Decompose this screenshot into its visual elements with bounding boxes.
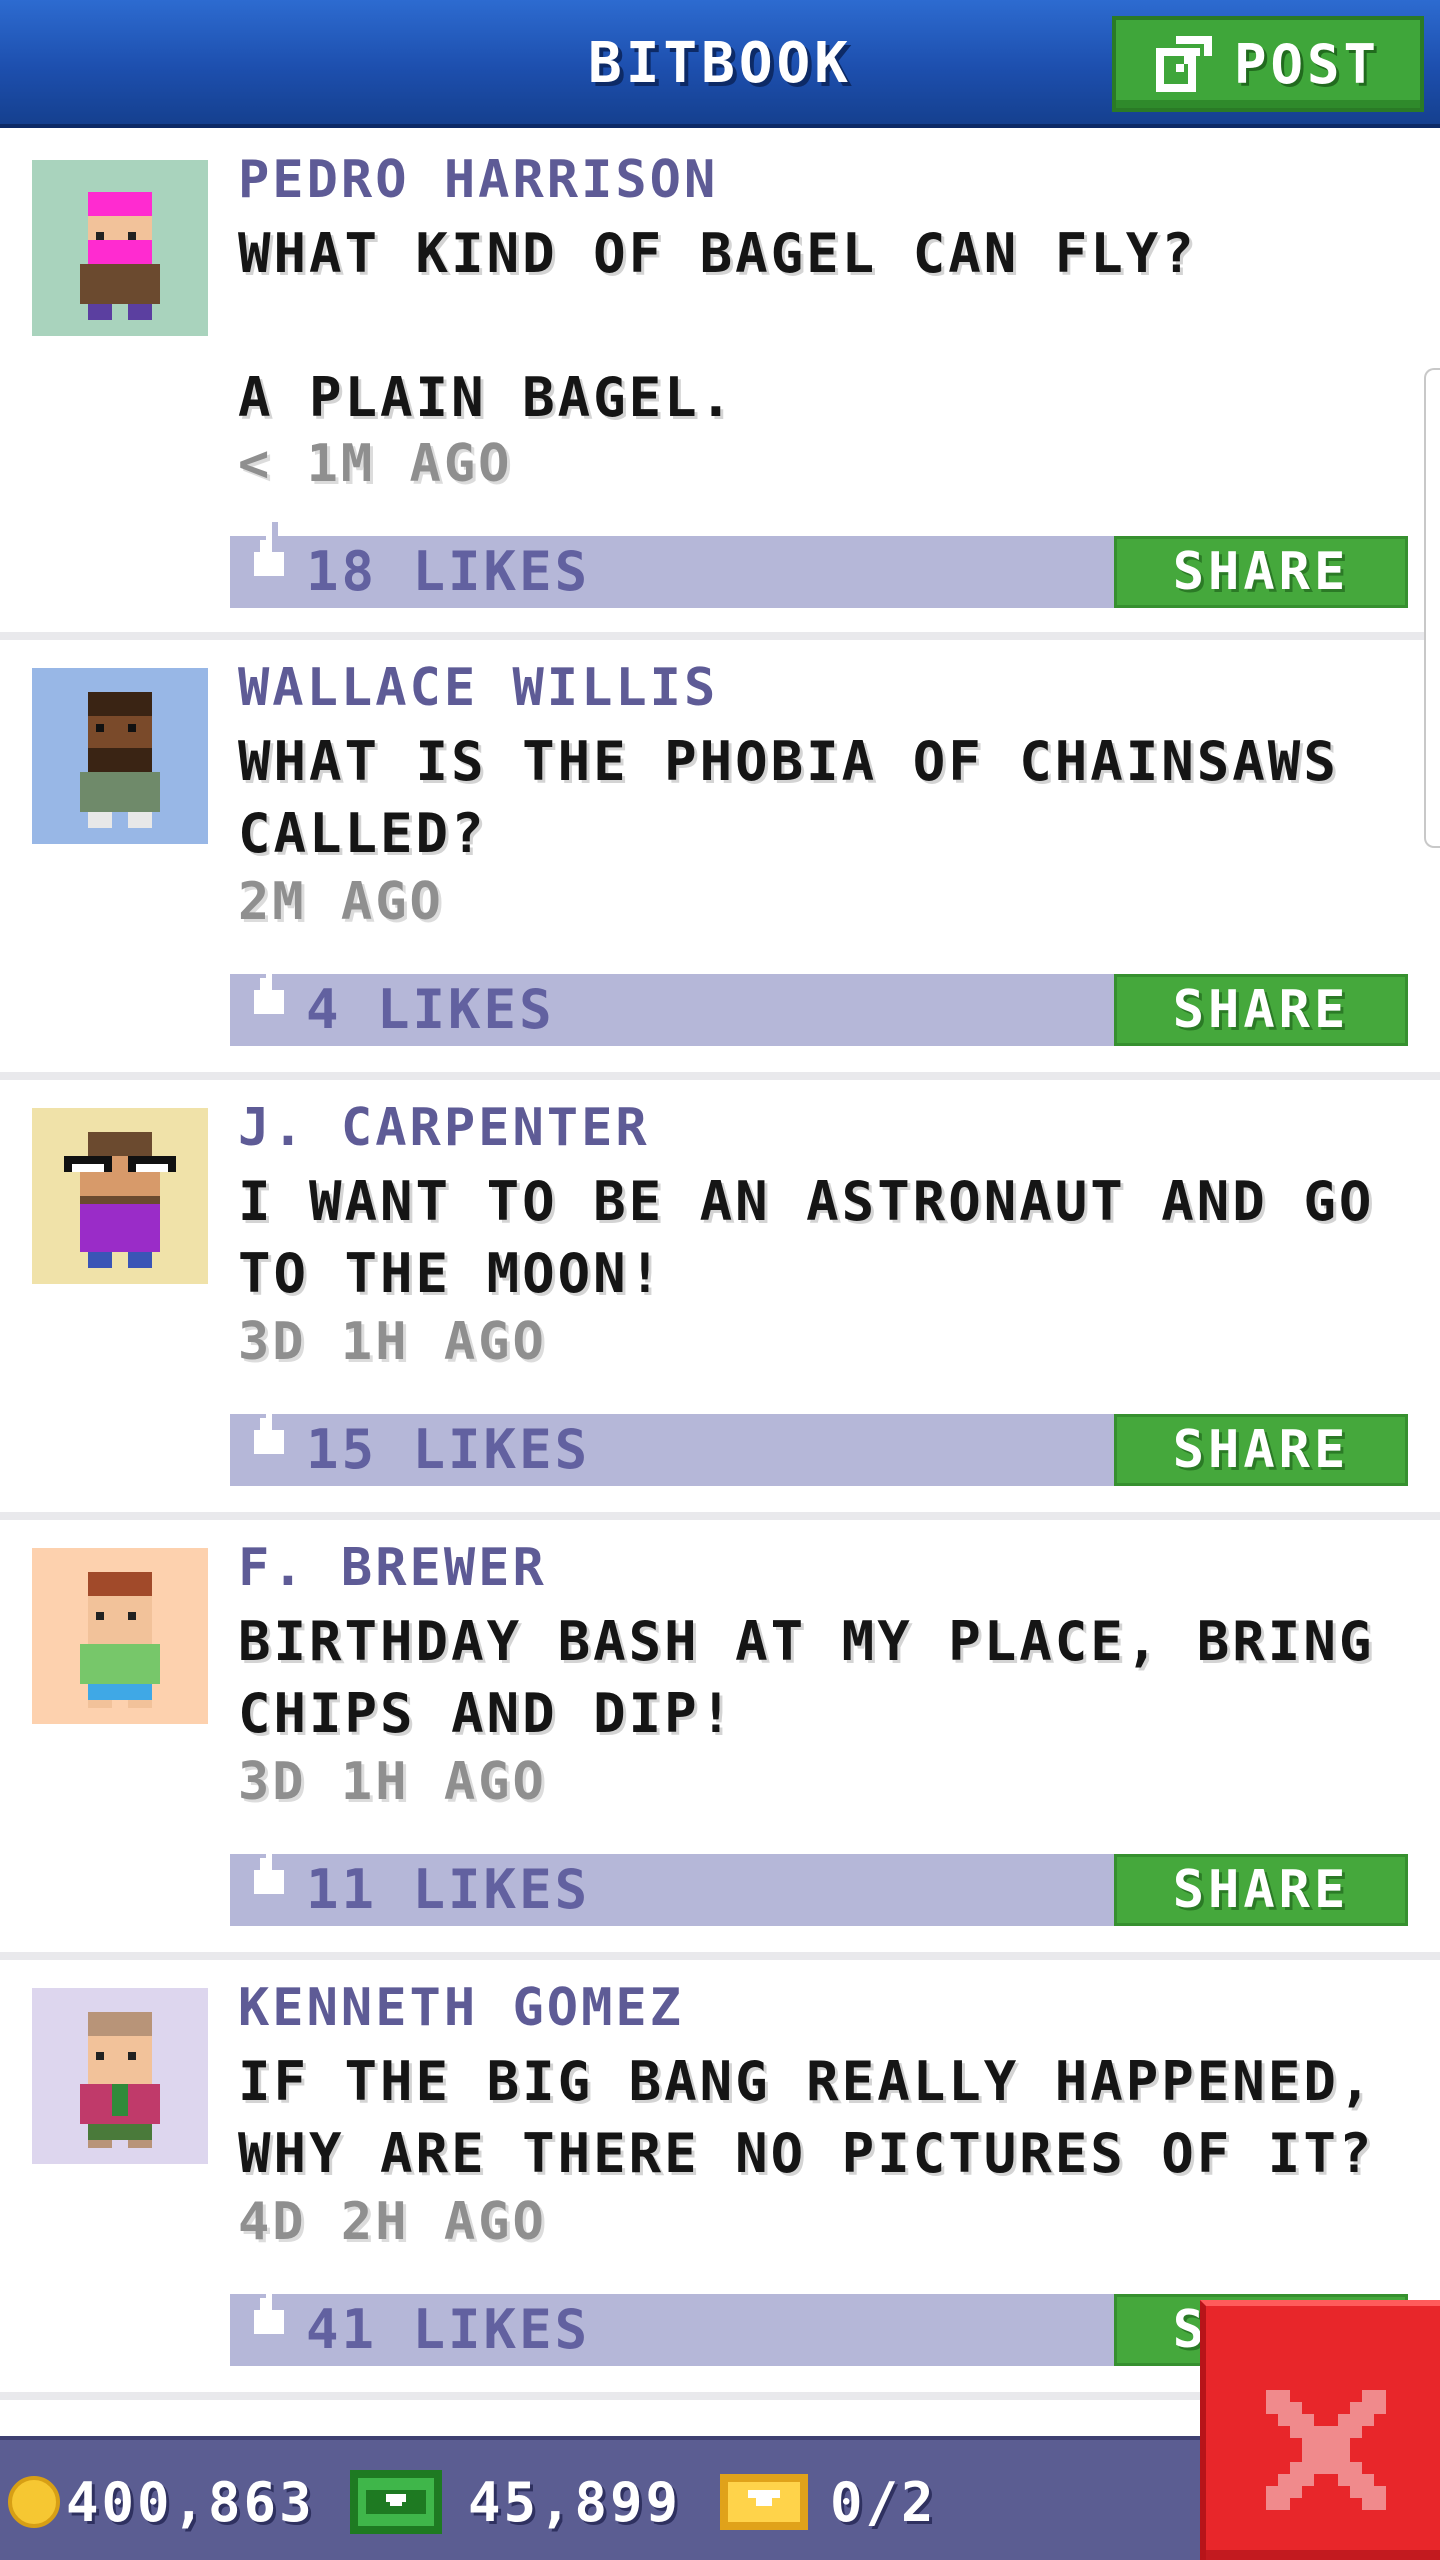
share-button[interactable]: SHARE (1114, 1854, 1408, 1926)
thumbs-up-icon (254, 522, 284, 576)
likes-count: 11 LIKES (306, 1858, 591, 1921)
bux-icon (350, 2470, 442, 2534)
post-feed: PEDRO HARRISON WHAT KIND OF BAGEL CAN FL… (0, 132, 1440, 2400)
thumbs-up-icon (254, 960, 284, 1014)
post-time: 4D 2H AGO (238, 2192, 547, 2252)
post-time: < 1M AGO (238, 434, 513, 494)
post-author[interactable]: J. CARPENTER (238, 1098, 650, 1158)
bux-stat: 45,899 (350, 2440, 681, 2560)
coins-stat: 400,863 (8, 2440, 315, 2560)
post-author[interactable]: KENNETH GOMEZ (238, 1978, 684, 2038)
bearded-person-icon[interactable] (32, 668, 208, 844)
share-button[interactable]: SHARE (1114, 536, 1408, 608)
top-bar: BITBOOK POST (0, 0, 1440, 128)
like-bar[interactable]: 18 LIKES SHARE (230, 522, 1408, 608)
thumbs-up-icon (254, 2280, 284, 2334)
close-button[interactable] (1200, 2300, 1440, 2560)
likes-count: 4 LIKES (306, 978, 555, 1041)
like-bar[interactable]: 4 LIKES SHARE (230, 960, 1408, 1046)
post-card: F. BREWER BIRTHDAY BASH AT MY PLACE, BRI… (0, 1520, 1440, 1960)
tickets-stat: 0/2 (720, 2440, 937, 2560)
post-time: 3D 1H AGO (238, 1312, 547, 1372)
post-text: WHAT IS THE PHOBIA OF CHAINSAWS CALLED? (238, 730, 1375, 865)
post-button[interactable]: POST (1112, 16, 1424, 112)
thumbs-up-icon (254, 1840, 284, 1894)
close-icon (1266, 2390, 1386, 2510)
coins-value: 400,863 (66, 2470, 315, 2534)
post-text: WHAT KIND OF BAGEL CAN FLY? A PLAIN BAGE… (238, 222, 1197, 429)
like-bar[interactable]: 11 LIKES SHARE (230, 1840, 1408, 1926)
likes-count: 18 LIKES (306, 540, 591, 603)
post-text: BIRTHDAY BASH AT MY PLACE, BRING CHIPS A… (238, 1610, 1410, 1745)
post-button-label: POST (1233, 32, 1381, 96)
green-shirt-person-icon[interactable] (32, 1548, 208, 1724)
scrollbar-thumb[interactable] (1424, 368, 1440, 848)
coin-icon (8, 2476, 60, 2528)
glasses-person-icon[interactable] (32, 1108, 208, 1284)
thumbs-up-icon (254, 1400, 284, 1454)
post-time: 3D 1H AGO (238, 1752, 547, 1812)
post-author[interactable]: F. BREWER (238, 1538, 547, 1598)
likes-count: 41 LIKES (306, 2298, 591, 2361)
post-text: IF THE BIG BANG REALLY HAPPENED, WHY ARE… (238, 2050, 1410, 2185)
post-card: J. CARPENTER I WANT TO BE AN ASTRONAUT A… (0, 1080, 1440, 1520)
tie-person-icon[interactable] (32, 1988, 208, 2164)
post-card: WALLACE WILLIS WHAT IS THE PHOBIA OF CHA… (0, 640, 1440, 1080)
post-card: PEDRO HARRISON WHAT KIND OF BAGEL CAN FL… (0, 132, 1440, 640)
post-author[interactable]: WALLACE WILLIS (238, 658, 718, 718)
post-time: 2M AGO (238, 872, 444, 932)
ticket-icon (720, 2474, 808, 2530)
compose-icon (1155, 36, 1212, 92)
like-bar[interactable]: 15 LIKES SHARE (230, 1400, 1408, 1486)
likes-count: 15 LIKES (306, 1418, 591, 1481)
share-button[interactable]: SHARE (1114, 1414, 1408, 1486)
share-button[interactable]: SHARE (1114, 974, 1408, 1046)
post-author[interactable]: PEDRO HARRISON (238, 150, 718, 210)
tickets-value: 0/2 (830, 2470, 937, 2534)
pink-hair-person-icon[interactable] (32, 160, 208, 336)
post-text: I WANT TO BE AN ASTRONAUT AND GO TO THE … (238, 1170, 1410, 1305)
bux-value: 45,899 (468, 2470, 682, 2534)
